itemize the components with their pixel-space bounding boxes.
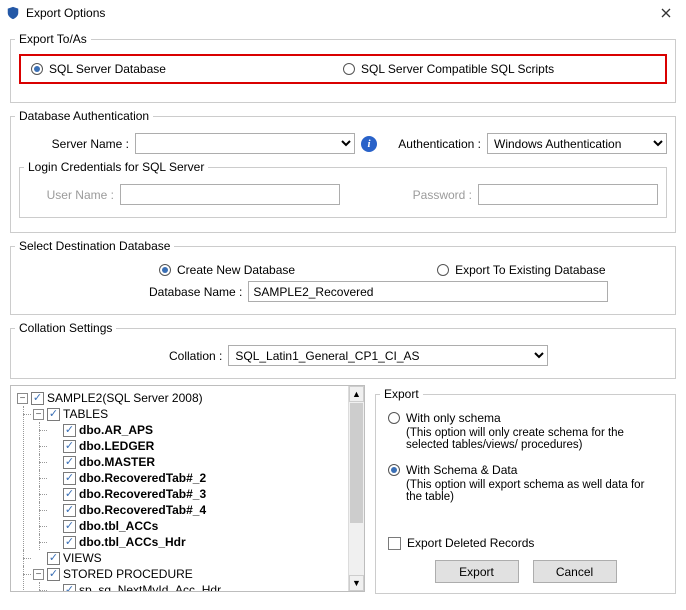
collation-label: Collation : bbox=[169, 349, 222, 363]
tree-sp-item-label: sp_sg_NextMyId_Acc_Hdr bbox=[79, 582, 221, 592]
database-name-input[interactable] bbox=[248, 281, 608, 302]
tree-table-label: dbo.AR_APS bbox=[79, 422, 153, 438]
tree-check-sp-item[interactable] bbox=[63, 584, 76, 593]
checkbox-export-deleted-label: Export Deleted Records bbox=[407, 536, 534, 550]
database-auth-legend: Database Authentication bbox=[15, 109, 153, 123]
database-auth-group: Database Authentication Server Name : i … bbox=[10, 109, 676, 233]
tree-tables-label: TABLES bbox=[63, 406, 108, 422]
tree-check-table[interactable] bbox=[63, 424, 76, 437]
collation-select[interactable]: SQL_Latin1_General_CP1_CI_AS bbox=[228, 345, 548, 366]
radio-create-new-db[interactable] bbox=[159, 264, 171, 276]
radio-schema-data[interactable] bbox=[388, 464, 400, 476]
destination-db-legend: Select Destination Database bbox=[15, 239, 174, 253]
export-button[interactable]: Export bbox=[435, 560, 519, 583]
tree-root-label: SAMPLE2(SQL Server 2008) bbox=[47, 390, 203, 406]
collation-group: Collation Settings Collation : SQL_Latin… bbox=[10, 321, 676, 379]
tree-table-label: dbo.RecoveredTab#_2 bbox=[79, 470, 206, 486]
scroll-down-icon[interactable]: ▼ bbox=[349, 575, 364, 591]
tree-check-table[interactable] bbox=[63, 536, 76, 549]
login-credentials-legend: Login Credentials for SQL Server bbox=[24, 160, 208, 174]
tree-views-label: VIEWS bbox=[63, 550, 102, 566]
password-label: Password : bbox=[392, 188, 472, 202]
hint-only-schema: (This option will only create schema for… bbox=[406, 427, 663, 451]
window-close-button[interactable] bbox=[652, 3, 680, 23]
info-icon[interactable]: i bbox=[361, 136, 377, 152]
radio-sql-server-db-label: SQL Server Database bbox=[49, 62, 166, 76]
hint-schema-data: (This option will export schema as well … bbox=[406, 479, 663, 503]
tree-check-table[interactable] bbox=[63, 440, 76, 453]
tree-check-tables[interactable] bbox=[47, 408, 60, 421]
radio-sql-scripts-label: SQL Server Compatible SQL Scripts bbox=[361, 62, 554, 76]
radio-export-existing-db[interactable] bbox=[437, 264, 449, 276]
collation-legend: Collation Settings bbox=[15, 321, 116, 335]
authentication-select[interactable]: Windows Authentication bbox=[487, 133, 667, 154]
radio-only-schema-label: With only schema bbox=[406, 411, 501, 425]
login-credentials-group: Login Credentials for SQL Server User Na… bbox=[19, 160, 667, 218]
tree-check-sp[interactable] bbox=[47, 568, 60, 581]
tree-table-label: dbo.MASTER bbox=[79, 454, 155, 470]
scroll-thumb[interactable] bbox=[350, 403, 363, 523]
username-input bbox=[120, 184, 340, 205]
radio-sql-server-db[interactable] bbox=[31, 63, 43, 75]
radio-schema-data-label: With Schema & Data bbox=[406, 463, 517, 477]
tree-table-label: dbo.tbl_ACCs_Hdr bbox=[79, 534, 186, 550]
radio-sql-scripts[interactable] bbox=[343, 63, 355, 75]
cancel-button[interactable]: Cancel bbox=[533, 560, 617, 583]
tree-scrollbar[interactable]: ▲ ▼ bbox=[348, 386, 364, 591]
tree-check-views[interactable] bbox=[47, 552, 60, 565]
tree-toggle-tables[interactable]: − bbox=[33, 409, 44, 420]
tree-toggle-root[interactable]: − bbox=[17, 393, 28, 404]
server-name-label: Server Name : bbox=[19, 137, 129, 151]
export-mode-highlight: SQL Server Database SQL Server Compatibl… bbox=[19, 54, 667, 84]
tree-toggle-sp[interactable]: − bbox=[33, 569, 44, 580]
tree-sp-label: STORED PROCEDURE bbox=[63, 566, 193, 582]
server-name-select[interactable] bbox=[135, 133, 355, 154]
radio-only-schema[interactable] bbox=[388, 412, 400, 424]
password-input bbox=[478, 184, 658, 205]
close-icon bbox=[661, 8, 671, 18]
tree-table-label: dbo.tbl_ACCs bbox=[79, 518, 158, 534]
destination-db-group: Select Destination Database Create New D… bbox=[10, 239, 676, 315]
app-shield-icon bbox=[6, 6, 20, 20]
tree-table-label: dbo.RecoveredTab#_3 bbox=[79, 486, 206, 502]
username-label: User Name : bbox=[28, 188, 114, 202]
radio-export-existing-db-label: Export To Existing Database bbox=[455, 263, 606, 277]
export-to-as-legend: Export To/As bbox=[15, 32, 91, 46]
tree-table-label: dbo.LEDGER bbox=[79, 438, 154, 454]
tree-table-label: dbo.RecoveredTab#_4 bbox=[79, 502, 206, 518]
scroll-up-icon[interactable]: ▲ bbox=[349, 386, 364, 402]
tree-check-root[interactable] bbox=[31, 392, 44, 405]
export-to-as-group: Export To/As SQL Server Database SQL Ser… bbox=[10, 32, 676, 103]
checkbox-export-deleted[interactable] bbox=[388, 537, 401, 550]
radio-create-new-db-label: Create New Database bbox=[177, 263, 295, 277]
tree-check-table[interactable] bbox=[63, 456, 76, 469]
tree-check-table[interactable] bbox=[63, 472, 76, 485]
object-tree[interactable]: − SAMPLE2(SQL Server 2008) − TABLES bbox=[10, 385, 365, 592]
tree-check-table[interactable] bbox=[63, 488, 76, 501]
export-options-legend: Export bbox=[380, 387, 423, 401]
window-title: Export Options bbox=[26, 6, 652, 20]
export-options-group: Export With only schema (This option wil… bbox=[375, 387, 676, 594]
tree-check-table[interactable] bbox=[63, 504, 76, 517]
tree-check-table[interactable] bbox=[63, 520, 76, 533]
authentication-label: Authentication : bbox=[398, 137, 481, 151]
database-name-label: Database Name : bbox=[149, 285, 242, 299]
